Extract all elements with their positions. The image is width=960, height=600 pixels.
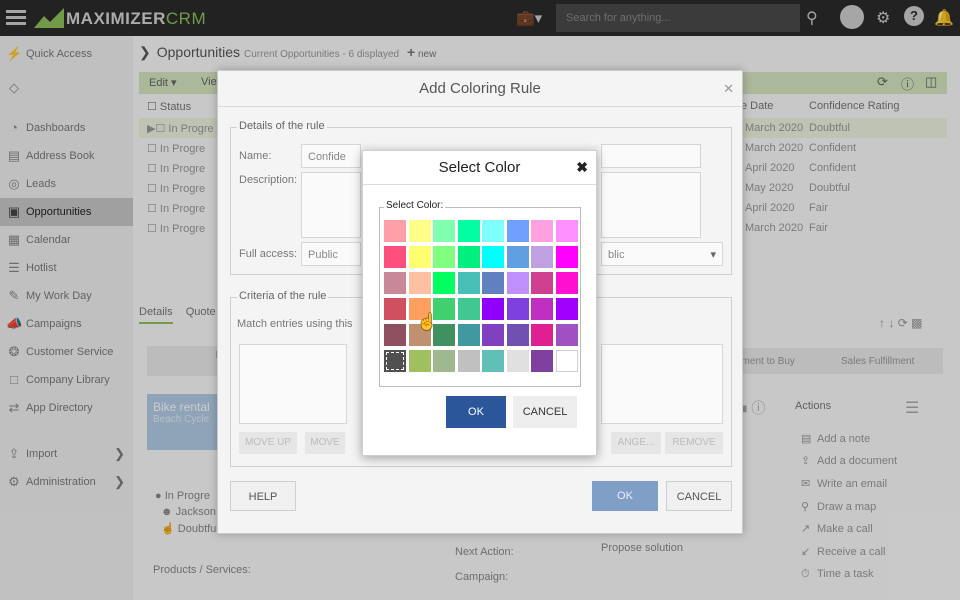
full-access-select[interactable]: Public [301,242,361,266]
color-swatch[interactable] [482,324,504,346]
close-icon[interactable]: ✖ [576,159,588,176]
color-fieldset: Select Color: [379,200,581,387]
name-label: Name: [239,150,272,162]
full-access-right-text: blic [608,249,625,261]
description-label: Description: [239,174,298,186]
color-swatch[interactable] [433,220,455,242]
color-swatch[interactable] [384,298,406,320]
ok-button[interactable]: OK [446,396,506,428]
select-color-dialog: Select Color ✖ Select Color: OK CANCEL [362,150,597,456]
color-swatch[interactable] [384,246,406,268]
description-field-right[interactable] [601,172,701,238]
color-swatch[interactable] [457,272,480,294]
color-swatch[interactable] [506,246,529,268]
color-swatch[interactable] [506,298,529,320]
color-swatch[interactable] [555,298,578,320]
criteria-legend: Criteria of the rule [237,290,329,302]
color-swatch[interactable] [531,220,553,242]
ok-button[interactable]: OK [592,481,658,511]
color-swatch[interactable] [433,246,455,268]
cancel-button[interactable]: CANCEL [666,481,732,511]
color-swatch[interactable] [408,246,431,268]
color-swatch[interactable] [482,246,504,268]
color-swatch[interactable] [506,220,529,242]
cancel-button[interactable]: CANCEL [513,396,577,428]
color-swatch[interactable] [531,350,553,372]
color-swatch[interactable] [531,272,553,294]
move-down-button[interactable]: MOVE [305,432,345,454]
color-swatch[interactable] [384,350,406,372]
color-swatch[interactable] [555,220,578,242]
color-swatch[interactable] [555,246,578,268]
color-swatch[interactable] [506,272,529,294]
color-swatch[interactable] [457,350,480,372]
criteria-list[interactable] [239,344,347,424]
remove-button[interactable]: REMOVE [665,432,723,454]
color-swatch[interactable] [555,350,578,372]
color-swatch[interactable] [457,246,480,268]
color-swatch[interactable] [506,350,529,372]
color-swatch[interactable] [457,220,480,242]
color-swatch[interactable] [531,324,553,346]
hand-cursor-icon: ☝ [417,314,437,331]
color-swatch[interactable] [433,350,455,372]
color-swatch[interactable] [408,220,431,242]
close-icon[interactable]: ✕ [723,81,734,97]
color-swatch-grid [384,220,578,372]
color-legend: Select Color: [384,200,446,211]
change-button[interactable]: ANGE... [611,432,661,454]
color-swatch[interactable] [482,220,504,242]
color-swatch[interactable] [482,298,504,320]
color-swatch[interactable] [482,272,504,294]
color-swatch[interactable] [384,324,406,346]
chevron-down-icon: ▾ [710,249,716,261]
dialog-title: Select Color [363,151,596,185]
color-swatch[interactable] [433,272,455,294]
dialog-title: Add Coloring Rule [218,71,742,107]
full-access-label: Full access: [239,248,298,260]
color-swatch[interactable] [408,272,431,294]
color-swatch[interactable] [531,246,553,268]
move-up-button[interactable]: MOVE UP [239,432,297,454]
color-swatch[interactable] [555,324,578,346]
color-swatch[interactable] [555,272,578,294]
color-swatch[interactable] [457,324,480,346]
criteria-list-right[interactable] [601,344,723,424]
help-button[interactable]: HELP [230,481,296,511]
details-legend: Details of the rule [237,120,327,132]
color-swatch[interactable] [531,298,553,320]
match-text: Match entries using this [237,318,353,330]
description-field[interactable] [301,172,361,238]
color-swatch[interactable] [408,350,431,372]
name-field-right[interactable] [601,144,701,168]
color-swatch[interactable] [506,324,529,346]
color-swatch[interactable] [384,272,406,294]
color-swatch[interactable] [457,298,480,320]
full-access-select-right[interactable]: blic ▾ [601,242,723,266]
name-field[interactable]: Confide [301,144,361,168]
color-swatch[interactable] [384,220,406,242]
color-swatch[interactable] [482,350,504,372]
